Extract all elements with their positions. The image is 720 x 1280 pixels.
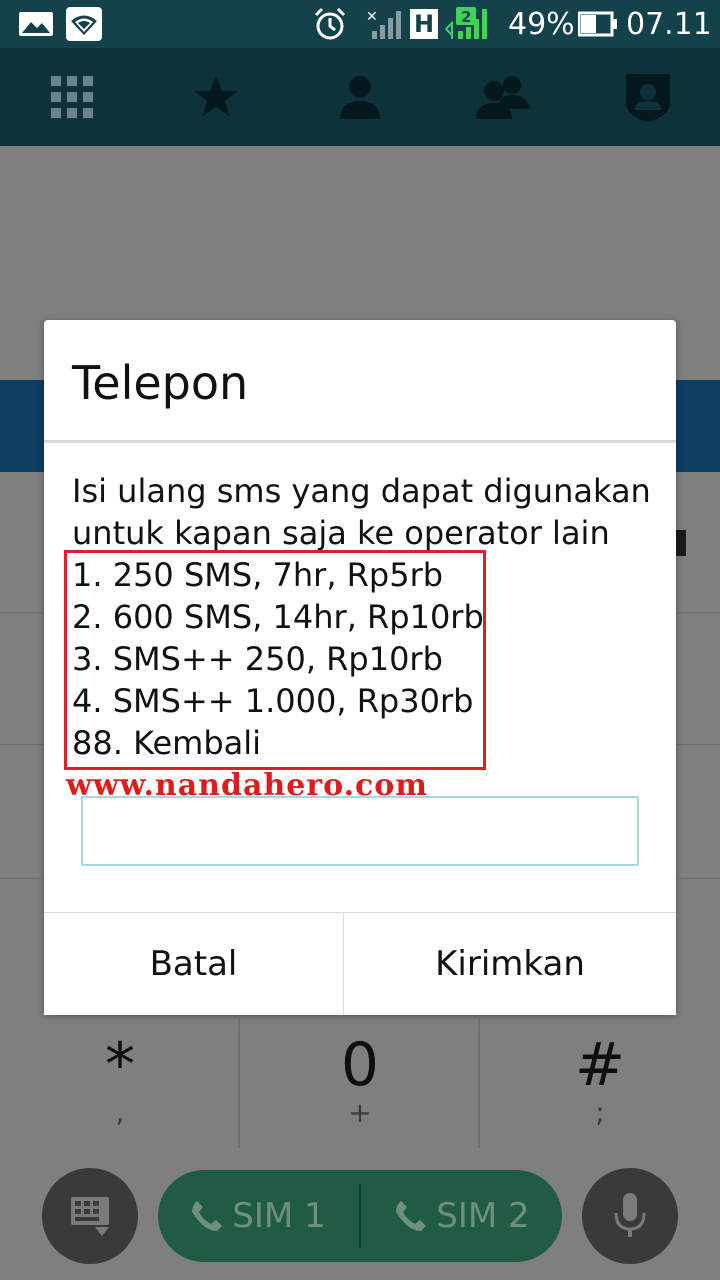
sim1-label: SIM 1 xyxy=(232,1196,326,1236)
battery-icon xyxy=(578,0,618,48)
voice-input-button[interactable] xyxy=(582,1168,678,1264)
battery-percent: 49% xyxy=(508,6,575,42)
highlight-annotation-box xyxy=(64,550,486,770)
tab-dialpad[interactable] xyxy=(22,48,122,146)
svg-text:✕: ✕ xyxy=(366,9,378,25)
key-star[interactable]: * , xyxy=(0,1018,240,1148)
tab-contacts[interactable] xyxy=(310,48,410,146)
sim-divider xyxy=(359,1184,361,1248)
clock: 07.11 xyxy=(626,6,712,42)
person-icon xyxy=(340,76,380,119)
key-sub-label: + xyxy=(348,1096,372,1129)
h-network-icon: H xyxy=(410,0,438,48)
keypad-collapse-icon xyxy=(71,1197,109,1236)
message-line: untuk kapan saja ke operator lain xyxy=(72,514,610,552)
ussd-dialog: Telepon Isi ulang sms yang dapat digunak… xyxy=(44,320,676,1015)
phone-icon xyxy=(192,1201,223,1231)
key-sub-label: ; xyxy=(595,1096,605,1129)
key-main-label: # xyxy=(574,1030,626,1100)
message-line: Isi ulang sms yang dapat digunakan xyxy=(72,472,651,510)
sim-call-pill: SIM 1 SIM 2 xyxy=(158,1170,562,1262)
send-button[interactable]: Kirimkan xyxy=(344,913,676,1015)
alarm-icon xyxy=(312,0,348,48)
dialog-title: Telepon xyxy=(72,356,249,410)
phone-icon xyxy=(396,1201,427,1231)
call-sim2-button[interactable]: SIM 2 xyxy=(362,1170,562,1262)
wifi-icon xyxy=(66,0,102,48)
dimmed-chip xyxy=(676,530,686,556)
dialpad-grid-icon xyxy=(51,76,93,118)
signal-sim2-icon: 2 xyxy=(444,0,492,48)
star-icon xyxy=(194,76,238,117)
reply-input[interactable] xyxy=(81,796,639,866)
microphone-icon xyxy=(614,1193,646,1237)
key-zero[interactable]: 0 + xyxy=(240,1018,480,1148)
badge-person-icon xyxy=(626,74,670,122)
key-main-label: * xyxy=(105,1030,135,1100)
gallery-icon xyxy=(18,0,54,48)
tab-profile[interactable] xyxy=(598,48,698,146)
group-icon xyxy=(476,76,530,119)
no-signal-icon: ✕ xyxy=(366,0,402,48)
key-sub-label: , xyxy=(115,1096,125,1129)
sim2-label: SIM 2 xyxy=(436,1196,530,1236)
key-hash[interactable]: # ; xyxy=(480,1018,720,1148)
status-bar: ✕ H 2 49% 07.11 xyxy=(0,0,720,48)
title-divider xyxy=(44,440,676,443)
key-main-label: 0 xyxy=(340,1030,380,1100)
app-tab-bar xyxy=(0,48,720,146)
tab-favorites[interactable] xyxy=(166,48,266,146)
sim-slot-badge: 2 xyxy=(461,8,471,26)
hide-keypad-button[interactable] xyxy=(42,1168,138,1264)
network-type-label: H xyxy=(410,9,438,39)
call-bar: SIM 1 SIM 2 xyxy=(0,1150,720,1280)
cancel-button[interactable]: Batal xyxy=(44,913,343,1015)
keypad-bottom-row: * , 0 + # ; xyxy=(0,1018,720,1148)
tab-groups[interactable] xyxy=(454,48,554,146)
dialog-actions: Batal Kirimkan xyxy=(44,912,676,1015)
call-sim1-button[interactable]: SIM 1 xyxy=(158,1170,358,1262)
